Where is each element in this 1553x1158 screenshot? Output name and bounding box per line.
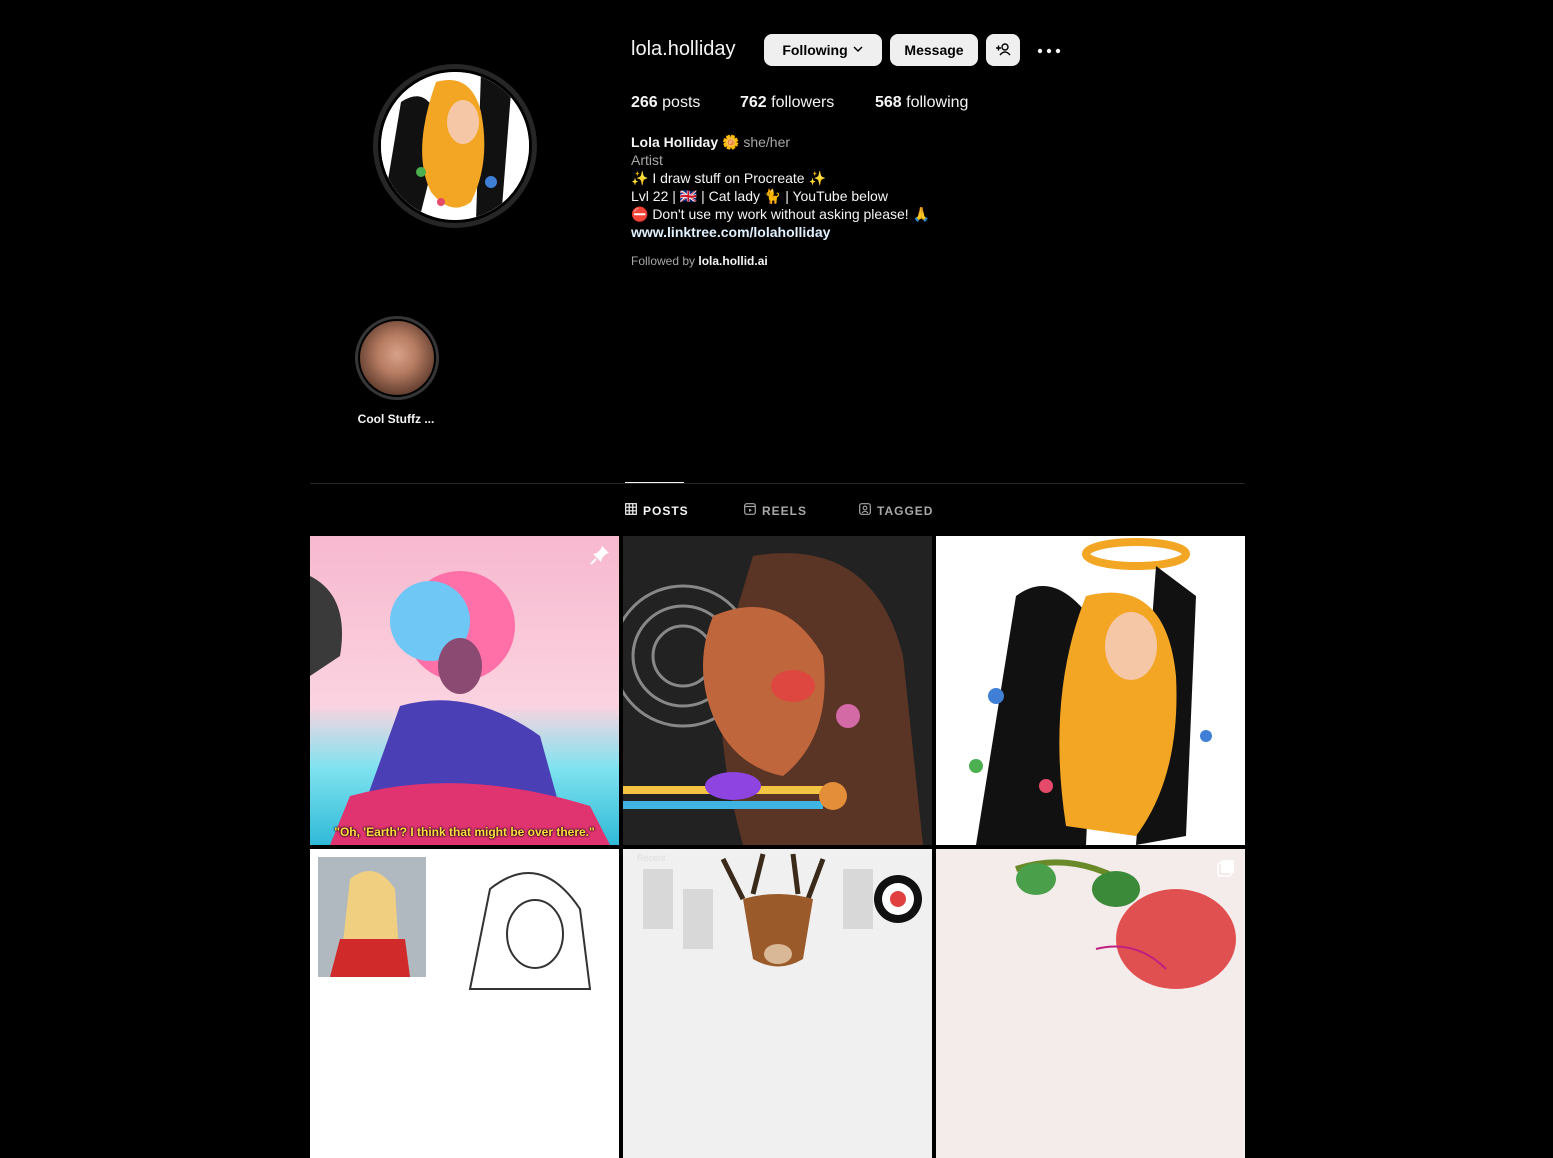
- profile-username: lola.holliday: [631, 38, 736, 60]
- tab-posts-label: POSTS: [643, 503, 689, 518]
- post-image-6: [936, 849, 1245, 1158]
- followers-count: 762: [740, 94, 767, 111]
- bio-line-2: Lvl 22 | 🇬🇧 | Cat lady 🐈 | YouTube below: [631, 188, 888, 204]
- post-image-5: [623, 849, 932, 1158]
- more-icon: [1037, 41, 1061, 59]
- tab-tagged[interactable]: TAGGED: [859, 503, 933, 518]
- add-user-icon: [995, 41, 1011, 60]
- name-emoji: 🌼: [722, 134, 740, 150]
- following-button-label: Following: [782, 42, 848, 58]
- reels-icon: [744, 503, 756, 518]
- display-name: Lola Holliday: [631, 134, 719, 150]
- grid-icon: [625, 503, 637, 518]
- tab-reels-label: REELS: [762, 503, 808, 518]
- tabs-divider: [310, 483, 1245, 484]
- followed-by-prefix: Followed by: [631, 254, 696, 268]
- followed-by[interactable]: Followed by lola.hollid.ai: [631, 254, 768, 268]
- add-user-button[interactable]: [986, 34, 1020, 66]
- post-image-3: [936, 536, 1245, 845]
- tagged-icon: [859, 503, 871, 518]
- post-tile-6[interactable]: [936, 849, 1245, 1158]
- active-tab-indicator: [625, 482, 684, 483]
- following-label: following: [906, 94, 969, 111]
- post-overlay-label: Recent: [637, 853, 666, 863]
- highlight-label: Cool Stuffz ...: [357, 412, 435, 426]
- story-highlight[interactable]: [355, 316, 439, 400]
- profile-bio: Lola Holliday 🌼 she/her Artist ✨ I draw …: [631, 133, 1051, 241]
- bio-link[interactable]: www.linktree.com/lolaholliday: [631, 223, 1051, 241]
- followed-by-user: lola.hollid.ai: [698, 254, 768, 268]
- tab-reels[interactable]: REELS: [744, 503, 807, 518]
- highlight-cover: [358, 319, 436, 397]
- tab-posts[interactable]: POSTS: [625, 503, 689, 518]
- posts-count: 266: [631, 94, 658, 111]
- chevron-down-icon: [852, 42, 864, 58]
- post-image-2: [623, 536, 932, 845]
- pronouns: she/her: [743, 134, 791, 150]
- followers-label: followers: [771, 94, 835, 111]
- tab-tagged-label: TAGGED: [877, 503, 934, 518]
- post-tile-5[interactable]: Recent: [623, 849, 932, 1158]
- following-stat[interactable]: 568 following: [875, 94, 968, 112]
- multi-post-icon: [1217, 859, 1235, 877]
- followers-stat[interactable]: 762 followers: [740, 94, 834, 112]
- post-image-4: [310, 849, 619, 1158]
- post-image-1: [310, 536, 619, 845]
- post-tile-3[interactable]: [936, 536, 1245, 845]
- bio-line-3: ⛔ Don't use my work without asking pleas…: [631, 206, 930, 222]
- following-button[interactable]: Following: [764, 34, 882, 66]
- posts-label: posts: [662, 94, 701, 111]
- post-caption-1: "Oh, 'Earth'? I think that might be over…: [334, 825, 595, 839]
- more-options-button[interactable]: [1036, 38, 1062, 62]
- post-tile-4[interactable]: [310, 849, 619, 1158]
- post-tile-2[interactable]: [623, 536, 932, 845]
- pin-icon: [589, 544, 611, 566]
- profile-avatar[interactable]: [378, 69, 532, 223]
- message-button[interactable]: Message: [890, 34, 978, 66]
- bio-line-1: ✨ I draw stuff on Procreate ✨: [631, 170, 826, 186]
- post-tile-1[interactable]: "Oh, 'Earth'? I think that might be over…: [310, 536, 619, 845]
- following-count: 568: [875, 94, 902, 111]
- profile-avatar-ring[interactable]: [373, 64, 537, 228]
- posts-stat: 266 posts: [631, 94, 700, 112]
- category: Artist: [631, 152, 663, 168]
